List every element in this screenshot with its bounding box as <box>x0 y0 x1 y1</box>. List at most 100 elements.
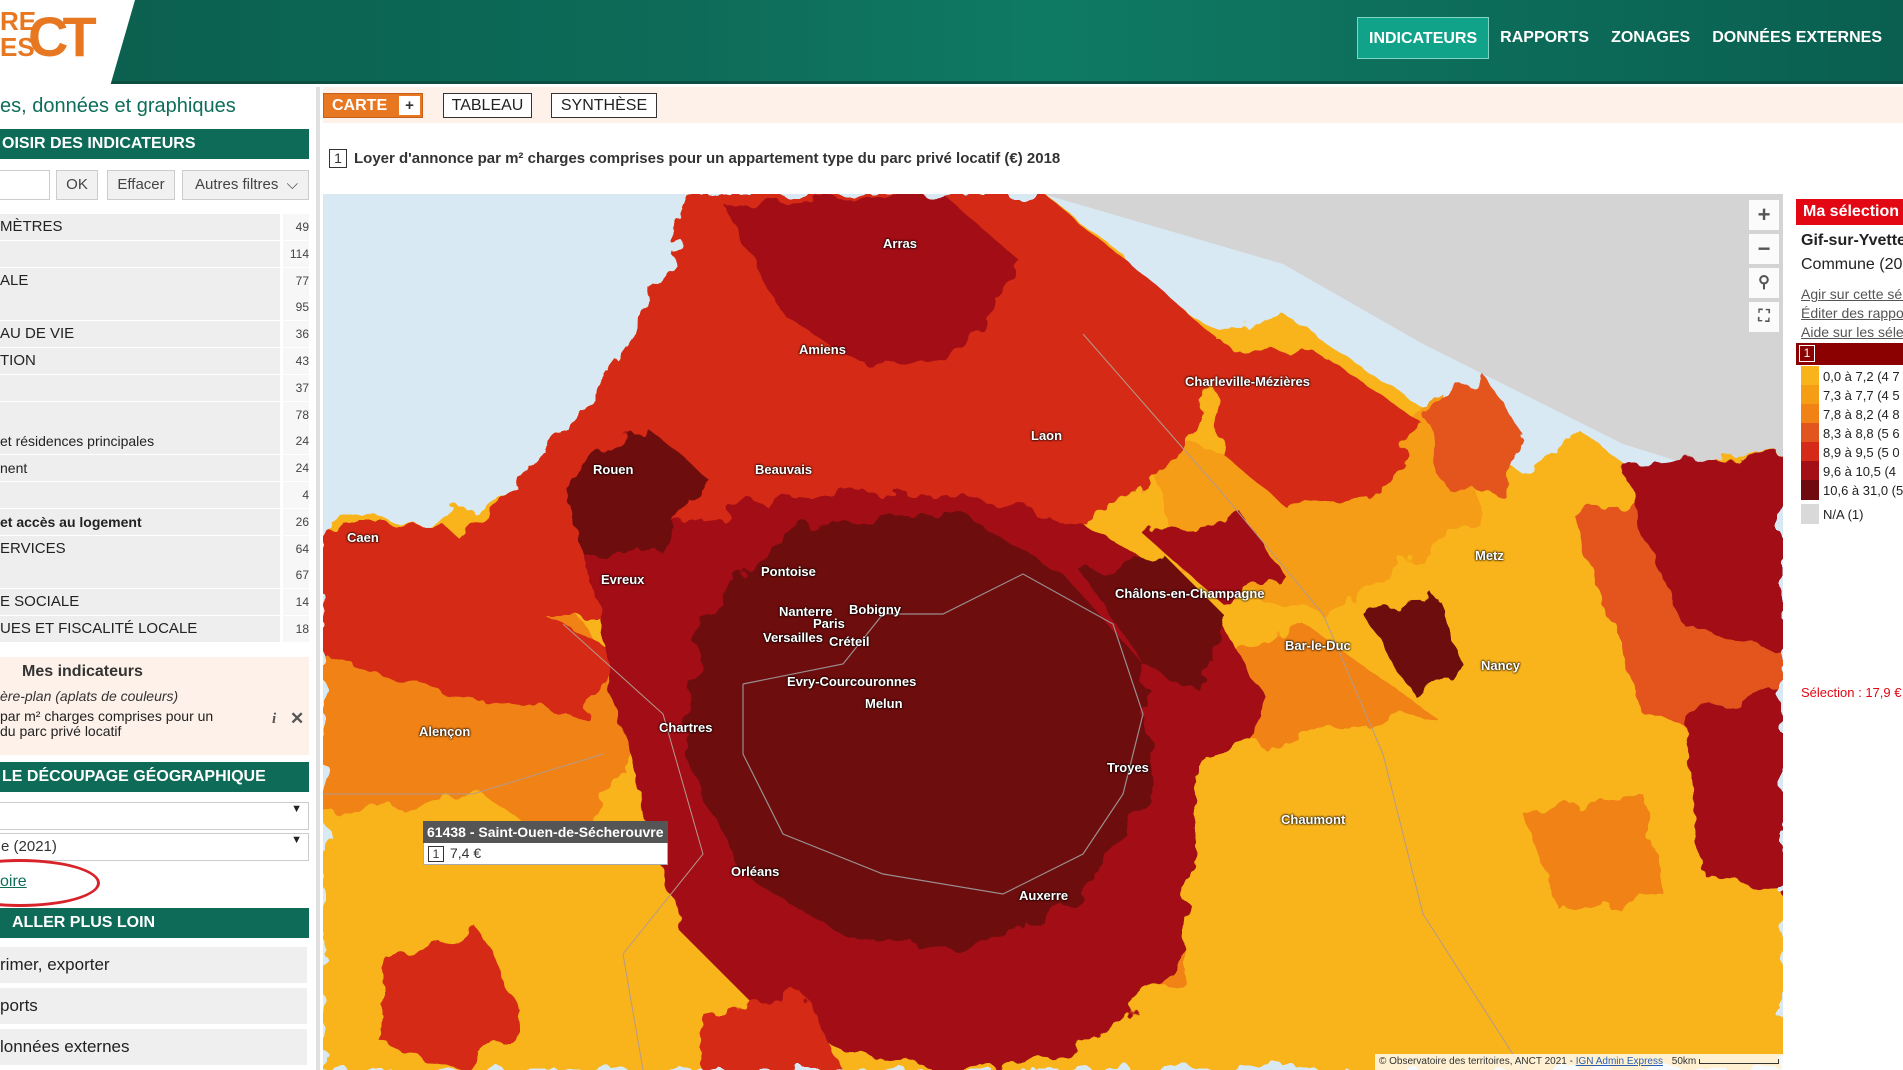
sidebar: es, données et graphiques OISIR DES INDI… <box>0 87 320 1070</box>
ok-button[interactable]: OK <box>56 170 98 200</box>
city-label: Nancy <box>1481 658 1521 673</box>
category-row[interactable]: ERVICES 64 <box>0 535 309 563</box>
city-label: Evry-Courcouronnes <box>787 674 917 689</box>
tab-carte-label: CARTE <box>332 97 388 114</box>
category-row[interactable]: 78 <box>0 401 309 429</box>
highlight-circle <box>0 859 100 907</box>
reports-item[interactable]: ports <box>0 988 307 1024</box>
close-icon[interactable]: ✕ <box>290 709 304 729</box>
external-data-item[interactable]: lonnées externes <box>0 1029 307 1065</box>
nav-rapports[interactable]: RAPPORTS <box>1489 17 1600 59</box>
city-label: Metz <box>1475 548 1504 563</box>
city-label: Melun <box>865 696 903 711</box>
map-attribution: © Observatoire des territoires, ANCT 202… <box>1375 1054 1783 1070</box>
clear-button[interactable]: Effacer <box>107 170 175 200</box>
category-row[interactable]: AU DE VIE 36 <box>0 321 309 348</box>
category-count: 67 <box>283 562 309 589</box>
nav-zonages[interactable]: ZONAGES <box>1600 17 1701 59</box>
my-indicators-subtitle: ère-plan (aplats de couleurs) <box>0 688 179 704</box>
indicator-search-input[interactable] <box>0 170 50 200</box>
city-label: Chartres <box>659 720 713 735</box>
logo-ct: CT <box>28 5 97 68</box>
city-label: Orléans <box>731 864 780 879</box>
city-label: Beauvais <box>755 462 813 477</box>
act-on-selection-link[interactable]: Agir sur cette séle <box>1801 286 1903 302</box>
legend-indicator-number: 1 <box>1799 345 1815 362</box>
tab-synthese[interactable]: SYNTHÈSE <box>551 93 657 118</box>
category-row[interactable]: TION 43 <box>0 347 309 375</box>
category-label <box>0 240 280 267</box>
category-count: 18 <box>283 615 309 642</box>
category-label: UES ET FISCALITÉ LOCALE <box>0 615 280 642</box>
edit-reports-link[interactable]: Éditer des rappor <box>1801 305 1903 321</box>
nav-indicateurs[interactable]: INDICATEURS <box>1357 17 1490 59</box>
fullscreen-icon[interactable]: ⛶ <box>1749 302 1779 332</box>
category-row[interactable]: E SOCIALE 14 <box>0 589 309 616</box>
choropleth-map[interactable]: Arras Amiens Charleville-Mézières Laon Rouen… <box>323 194 1783 1070</box>
geo-level-select[interactable]: ▼ <box>0 802 309 830</box>
my-selection-header[interactable]: Ma sélection <box>1796 199 1903 225</box>
category-row[interactable]: MÈTRES 49 <box>0 214 309 241</box>
category-count: 77 <box>283 267 309 294</box>
category-row[interactable]: 114 <box>0 240 309 268</box>
category-count: 43 <box>283 347 309 374</box>
selection-panel: Ma sélection Gif-sur-Yvette Commune (202… <box>1785 194 1903 1070</box>
category-label <box>0 481 280 508</box>
city-label: Châlons-en-Champagne <box>1115 586 1265 601</box>
city-label: Rouen <box>593 462 634 477</box>
zoom-in-button[interactable]: + <box>1749 200 1779 230</box>
map-canvas[interactable] <box>323 194 1783 1070</box>
go-further-heading[interactable]: ALLER PLUS LOIN <box>0 908 309 938</box>
indicator-title-text: Loyer d'annonce par m² charges comprises… <box>354 150 1061 167</box>
city-label: Pontoise <box>761 564 816 579</box>
view-tabbar: CARTE + TABLEAU SYNTHÈSE <box>323 87 1903 123</box>
selection-name: Gif-sur-Yvette <box>1801 232 1903 249</box>
zoom-out-button[interactable]: − <box>1749 234 1779 264</box>
category-row[interactable]: 95 <box>0 294 309 322</box>
category-row[interactable]: et résidences principales 24 <box>0 428 309 456</box>
nav-donnees-externes[interactable]: DONNÉES EXTERNES <box>1701 17 1893 59</box>
choose-indicators-heading[interactable]: OISIR DES INDICATEURS <box>0 129 309 159</box>
category-label <box>0 562 280 589</box>
selection-help-link[interactable]: Aide sur les sélec <box>1801 324 1903 340</box>
add-map-button[interactable]: + <box>399 96 420 115</box>
category-list: MÈTRES 49 114 ALE 77 95 AU DE VIE 36 TION 43 37 78 e… <box>0 214 309 643</box>
category-label: MÈTRES <box>0 214 280 240</box>
category-row[interactable]: UES ET FISCALITÉ LOCALE 18 <box>0 615 309 643</box>
category-row[interactable]: et accès au logement 26 <box>0 508 309 536</box>
attribution-link[interactable]: IGN Admin Express <box>1576 1056 1663 1067</box>
category-count: 14 <box>283 589 309 616</box>
geo-year-select[interactable]: e (2021) ▼ <box>0 833 309 861</box>
category-row[interactable]: 4 <box>0 481 309 509</box>
indicator-title[interactable]: 1 Loyer d'annonce par m² charges comprise… <box>329 149 1060 169</box>
other-filters-dropdown[interactable]: Autres filtres ⌵ <box>182 170 309 200</box>
city-label: Versailles <box>763 630 823 645</box>
tab-tableau[interactable]: TABLEAU <box>443 93 532 118</box>
geo-division-heading[interactable]: LE DÉCOUPAGE GÉOGRAPHIQUE <box>0 762 309 792</box>
print-export-item[interactable]: rimer, exporter <box>0 947 307 983</box>
geo-year-value: e (2021) <box>1 838 57 855</box>
legend-swatch <box>1801 480 1819 500</box>
category-label: et accès au logement <box>0 508 280 535</box>
filters-row: OK Effacer Autres filtres ⌵ <box>0 170 309 200</box>
legend-swatch <box>1801 385 1819 405</box>
tab-carte[interactable]: CARTE + <box>323 93 423 118</box>
my-indicators-panel: Mes indicateurs ère-plan (aplats de coul… <box>0 657 309 755</box>
dropdown-arrow-icon: ▼ <box>291 834 302 846</box>
legend-header: 1 <box>1796 343 1903 365</box>
category-row[interactable]: ALE 77 <box>0 267 309 295</box>
info-icon[interactable]: i <box>272 711 276 728</box>
category-row[interactable]: nent 24 <box>0 455 309 482</box>
search-icon[interactable]: ⚲ <box>1749 268 1779 298</box>
category-count: 95 <box>283 294 309 321</box>
dropdown-arrow-icon: ▼ <box>291 803 302 815</box>
logo[interactable]: RE ES CT <box>0 0 135 84</box>
category-row[interactable]: 37 <box>0 374 309 402</box>
my-indicator-line1[interactable]: par m² charges comprises pour un <box>0 708 213 724</box>
category-row[interactable]: 67 <box>0 562 309 590</box>
attribution-text: © Observatoire des territoires, ANCT 202… <box>1379 1056 1576 1067</box>
category-label: ALE <box>0 267 280 294</box>
city-label: Bobigny <box>849 602 901 617</box>
tooltip-indicator-number: 1 <box>428 846 444 862</box>
my-indicator-line2[interactable]: du parc privé locatif <box>0 723 121 739</box>
